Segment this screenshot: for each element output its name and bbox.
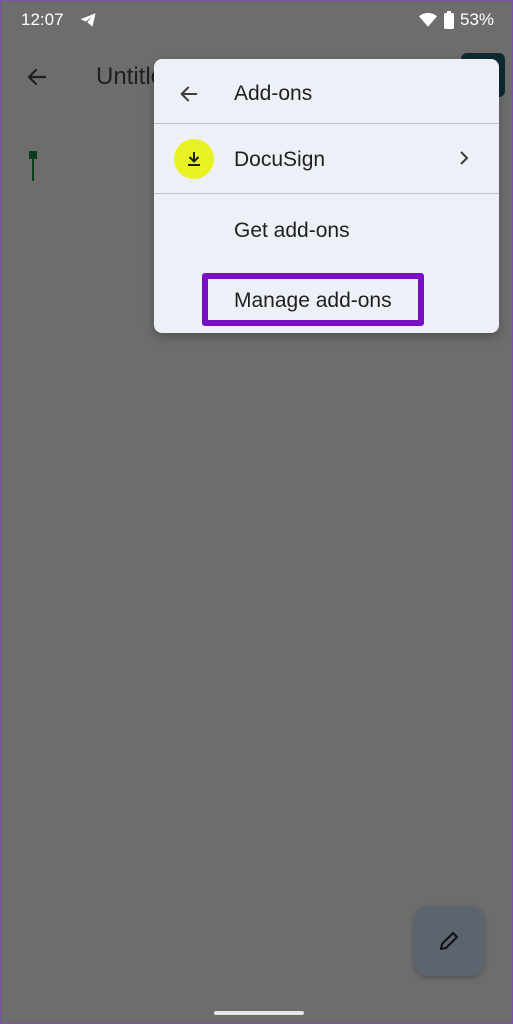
- download-icon: [188, 152, 200, 166]
- addons-menu: Add-ons DocuSign Get add-ons Manage add-…: [154, 59, 499, 333]
- get-addons-item[interactable]: Get add-ons: [234, 219, 350, 243]
- menu-divider: [154, 193, 499, 194]
- navigation-handle[interactable]: [214, 1011, 304, 1015]
- pencil-icon: [440, 932, 458, 950]
- docusign-badge: [174, 139, 214, 179]
- highlight-box: [202, 273, 424, 326]
- wifi-icon: [419, 12, 437, 27]
- chevron-right-icon: [460, 151, 469, 165]
- menu-divider: [154, 123, 499, 124]
- status-bar: 12:07 53%: [1, 1, 513, 41]
- edit-fab[interactable]: [414, 906, 484, 976]
- battery-icon: [444, 11, 454, 29]
- menu-title: Add-ons: [234, 82, 313, 105]
- battery-percentage: 53%: [460, 10, 495, 29]
- status-time: 12:07: [21, 10, 64, 29]
- telegram-icon: [80, 13, 96, 27]
- docusign-label: DocuSign: [234, 148, 326, 171]
- menu-back-icon[interactable]: [178, 83, 200, 105]
- back-arrow-icon[interactable]: [25, 65, 49, 89]
- text-cursor-handle[interactable]: [29, 151, 37, 181]
